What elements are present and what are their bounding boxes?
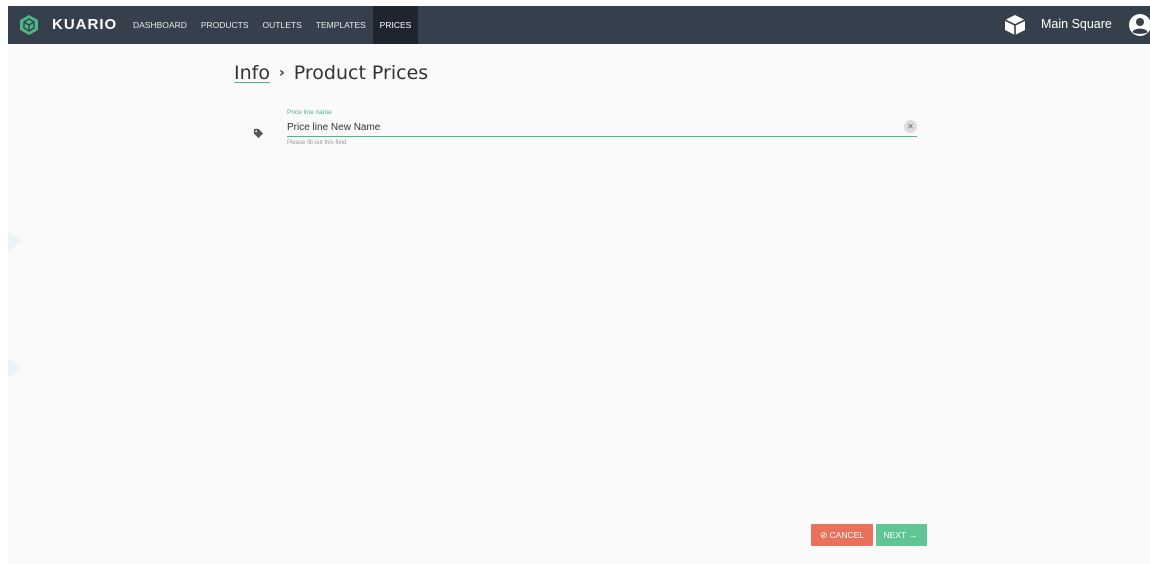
app-window: KUARIO DASHBOARD PRODUCTS OUTLETS TEMPLA… xyxy=(8,6,1150,564)
main-nav: DASHBOARD PRODUCTS OUTLETS TEMPLATES PRI… xyxy=(126,6,419,44)
nav-item-prices[interactable]: PRICES xyxy=(372,6,419,44)
breadcrumb-separator: › xyxy=(278,65,285,81)
page-title: Product Prices xyxy=(293,62,429,84)
next-button-label: NEXT xyxy=(883,530,907,540)
kuario-logo-icon[interactable] xyxy=(18,14,40,36)
next-button[interactable]: NEXT → xyxy=(876,524,927,546)
brand-name[interactable]: KUARIO xyxy=(52,16,117,33)
nav-item-products[interactable]: PRODUCTS xyxy=(194,6,256,44)
price-line-name-input[interactable] xyxy=(287,118,887,136)
price-line-name-label: Price line name xyxy=(287,109,332,116)
cube-icon[interactable] xyxy=(1004,14,1026,36)
nav-item-outlets[interactable]: OUTLETS xyxy=(256,6,309,44)
tag-icon xyxy=(253,128,264,139)
nav-item-dashboard[interactable]: DASHBOARD xyxy=(126,6,194,44)
background-decoration xyxy=(8,231,22,378)
breadcrumb: Info › Product Prices xyxy=(234,62,428,84)
price-line-name-field: Price line name ✕ Please fill out this f… xyxy=(287,108,917,146)
nav-item-templates[interactable]: TEMPLATES xyxy=(309,6,373,44)
price-line-name-wrapper: ✕ xyxy=(287,118,917,137)
cancel-icon: ⊘ xyxy=(819,530,828,540)
price-line-name-hint: Please fill out this field xyxy=(287,140,347,146)
store-selector[interactable]: Main Square xyxy=(1041,17,1112,31)
cancel-button[interactable]: ⊘ CANCEL xyxy=(811,524,873,546)
arrow-right-icon: → xyxy=(908,530,918,540)
user-circle-icon[interactable] xyxy=(1128,13,1150,37)
top-navigation-bar: KUARIO DASHBOARD PRODUCTS OUTLETS TEMPLA… xyxy=(8,6,1150,44)
cancel-button-label: CANCEL xyxy=(829,530,865,540)
clear-input-button[interactable]: ✕ xyxy=(904,120,917,133)
breadcrumb-link-info[interactable]: Info xyxy=(234,62,270,84)
